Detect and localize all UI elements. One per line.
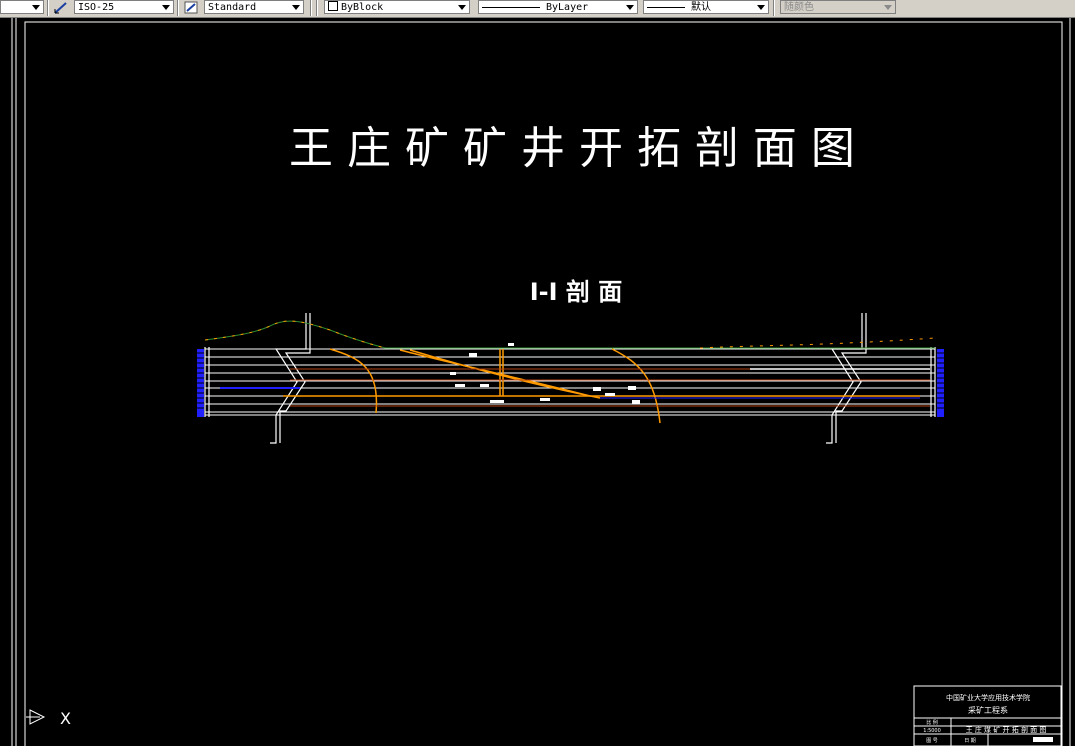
layer-combo-tail[interactable] <box>0 0 44 14</box>
linetype-swatch-icon <box>482 6 540 8</box>
text-style-value: Standard <box>208 2 257 13</box>
section-label: I-I 剖 面 <box>530 278 623 306</box>
dimension-style-icon[interactable] <box>54 1 68 14</box>
lineweight-swatch-icon <box>647 6 685 8</box>
linetype-value: ByLayer <box>546 2 589 13</box>
toolbar-separator <box>47 0 49 16</box>
plotstyle-combo: 随颜色 <box>780 0 896 14</box>
properties-toolbar: ISO-25 Standard ByBlock ByLayer 默认 随颜色 <box>0 0 1075 18</box>
linetype-combo[interactable]: ByLayer <box>478 0 638 14</box>
title-block-drawing-name: 王 庄 煤 矿 开 拓 剖 面 图 <box>966 725 1047 734</box>
ucs-x-label: X <box>60 709 71 728</box>
toolbar-separator <box>773 0 775 16</box>
toolbar-separator <box>316 0 318 16</box>
title-block-scale-label: 比 例 <box>926 719 938 726</box>
title-block-number-label: 图 号 <box>926 738 938 744</box>
text-style-icon[interactable] <box>184 1 198 14</box>
lineweight-combo[interactable]: 默认 <box>643 0 769 14</box>
drawing-title: 王 庄 矿 矿 井 开 拓 剖 面 图 <box>289 123 855 174</box>
toolbar-separator <box>310 0 312 16</box>
title-block-department: 采矿工程系 <box>968 705 1008 715</box>
text-style-combo[interactable]: Standard <box>204 0 304 14</box>
color-swatch-icon <box>328 1 338 11</box>
lineweight-value: 默认 <box>691 2 711 13</box>
title-block-scale-value: 1:5000 <box>923 728 941 734</box>
title-block-date-label: 日 期 <box>964 738 976 744</box>
toolbar-separator <box>177 0 179 16</box>
title-block-school: 中国矿业大学应用技术学院 <box>946 693 1030 702</box>
plotstyle-value: 随颜色 <box>784 2 814 13</box>
title-block: 中国矿业大学应用技术学院 采矿工程系 王 庄 煤 矿 开 拓 剖 面 图 比 例… <box>913 685 1062 746</box>
dimension-style-value: ISO-25 <box>78 2 115 13</box>
color-combo[interactable]: ByBlock <box>324 0 470 14</box>
drawing-canvas[interactable]: 王 庄 矿 矿 井 开 拓 剖 面 图 I-I 剖 面 X 中国矿业大学应用技术… <box>0 18 1075 746</box>
color-value: ByBlock <box>341 2 384 13</box>
dimension-style-combo[interactable]: ISO-25 <box>74 0 174 14</box>
